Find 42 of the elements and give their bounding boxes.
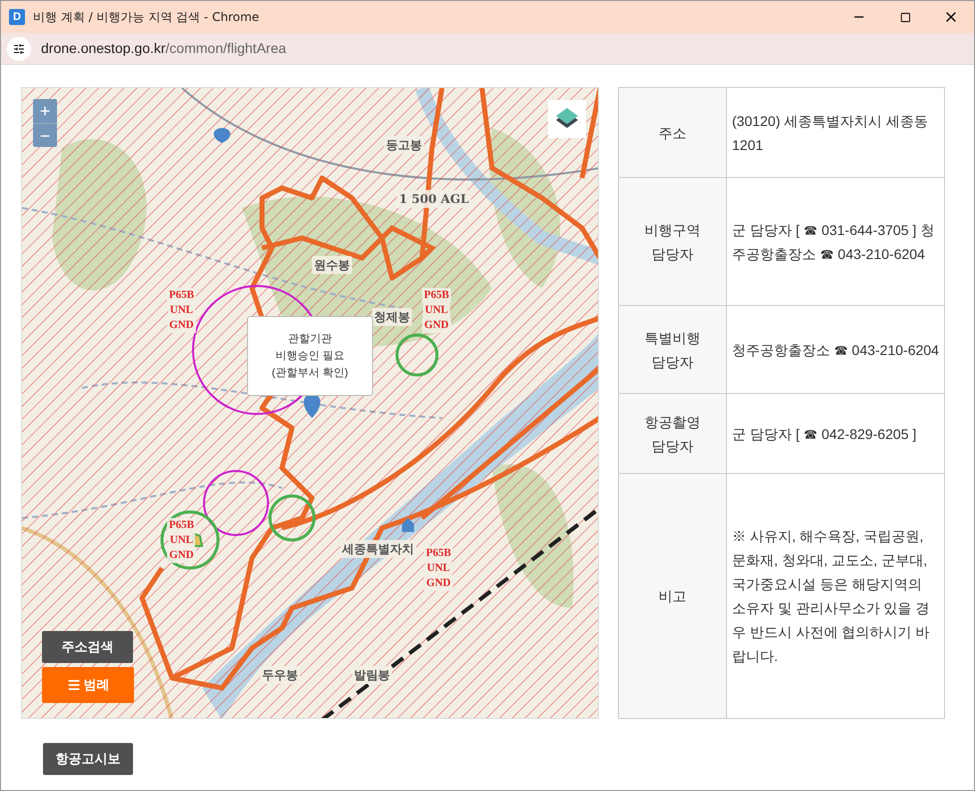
map-place-label: 두우봉	[260, 666, 300, 684]
map-place-label: 원수봉	[312, 256, 352, 274]
airspace-label: GND	[167, 318, 196, 333]
map[interactable]: 등고봉 1 500 AGL 원수봉 청제봉 세종특별자치 두우봉 발림봉 P65B UNL GND P65B UNL GND P65B UNL GND P65B UNL GND + − 관할기관 비행승인 필요 (관할부서 확인) 주소검색 범례	[21, 87, 599, 719]
popup-text: (관할부서 확인)	[272, 366, 348, 380]
map-place-label: 등고봉	[384, 136, 424, 154]
address-search-button[interactable]: 주소검색	[42, 631, 133, 663]
layers-button[interactable]	[548, 100, 586, 138]
map-place-label: 청제봉	[372, 308, 412, 326]
url-text[interactable]: drone.onestop.go.kr/common/flightArea	[41, 38, 286, 59]
row-header: 주소	[619, 88, 727, 177]
map-place-label: 세종특별자치	[340, 540, 416, 558]
row-header: 비행구역 담당자	[619, 178, 727, 305]
popup-text: 비행승인 필요	[275, 348, 345, 364]
app-icon: D	[9, 9, 25, 25]
row-value: 청주공항출장소 ☎ 043-210-6204	[731, 340, 940, 360]
menu-icon	[66, 678, 80, 692]
airspace-label: UNL	[422, 303, 450, 318]
airspace-label: GND	[422, 318, 451, 333]
airspace-label: GND	[424, 576, 453, 591]
row-header: 항공촬영 담당자	[619, 394, 727, 473]
airspace-label: UNL	[168, 303, 196, 318]
row-value: 군 담당자 [ ☎ 031-644-3705 ] 청주공항출장소 ☎ 043-210-6204	[731, 220, 936, 264]
map-place-label: 발림봉	[352, 666, 392, 684]
airspace-label: P65B	[424, 546, 454, 561]
airspace-label: UNL	[424, 561, 452, 576]
row-value: (30120) 세종특별자치시 세종동 1201	[731, 112, 930, 154]
row-value: 군 담당자 [ ☎ 042-829-6205 ]	[731, 424, 918, 444]
maximize-icon	[900, 12, 910, 22]
row-header: 특별비행 담당자	[619, 306, 727, 393]
popup-text: 관할기관	[288, 332, 332, 346]
row-header: 비고	[619, 474, 727, 718]
airspace-label: GND	[167, 548, 196, 563]
airspace-label: UNL	[168, 533, 196, 548]
site-settings-icon[interactable]	[7, 36, 31, 60]
airspace-label: P65B	[422, 288, 452, 303]
window-title: 비행 계획 / 비행가능 지역 검색 - Chrome	[33, 9, 260, 26]
airspace-label: P65B	[167, 518, 196, 533]
row-value: ※ 사유지, 해수욕장, 국립공원, 문화재, 청와대, 교도소, 군부대, 국가중요시설 등은 해당지역의 소유자 및 관리사무소가 있을 경우 반드시 사전에 협의하시기 바랍니다.	[731, 527, 931, 666]
airspace-label: P65B	[167, 288, 196, 303]
map-place-label: 1 500 AGL	[397, 190, 471, 208]
notam-button[interactable]: 항공고시보	[43, 743, 133, 775]
